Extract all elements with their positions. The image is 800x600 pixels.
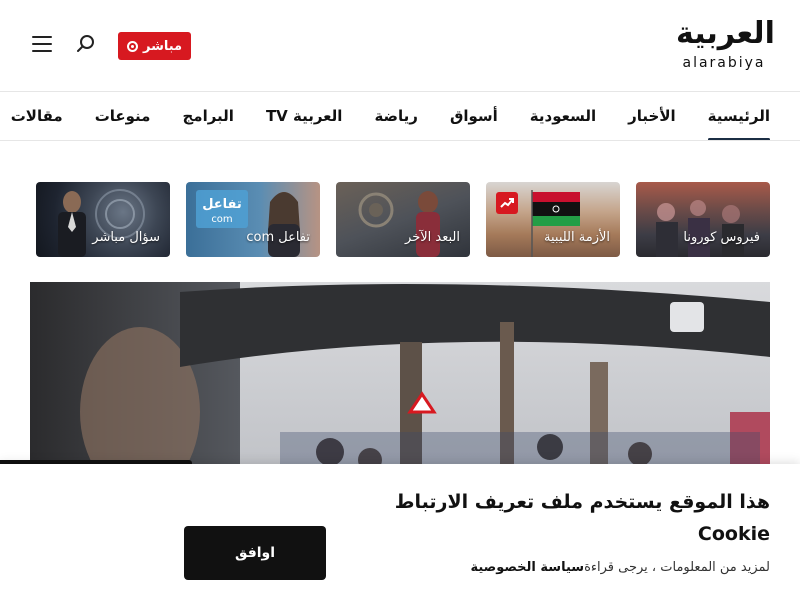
topic-label: الأزمة الليبية — [544, 230, 610, 245]
main-nav: الرئيسية الأخبار السعودية أسواق رياضة ال… — [0, 93, 800, 141]
nav-item-programs[interactable]: البرامج — [182, 93, 233, 140]
topic-label: سؤال مباشر — [92, 230, 160, 245]
hero-image[interactable] — [30, 282, 770, 482]
search-icon[interactable] — [76, 34, 96, 54]
live-button[interactable]: مباشر — [118, 32, 192, 60]
topic-card-direct-question[interactable]: سؤال مباشر — [36, 182, 170, 257]
hamburger-menu-icon[interactable] — [32, 36, 52, 52]
nav-item-markets[interactable]: أسواق — [450, 93, 498, 140]
topic-card-other-dimension[interactable]: البعد الآخر — [336, 182, 470, 257]
topic-card-coronavirus[interactable]: فيروس كورونا — [636, 182, 770, 257]
nav-item-home[interactable]: الرئيسية — [707, 93, 771, 140]
logo-arabic: العربية — [676, 16, 776, 51]
trending-icon — [500, 198, 514, 208]
svg-text:com: com — [211, 214, 232, 225]
nav-item-variety[interactable]: منوعات — [95, 93, 151, 140]
topic-card-libya-crisis[interactable]: الأزمة الليبية — [486, 182, 620, 257]
logo-latin: alarabiya — [682, 55, 766, 71]
trending-badge — [496, 192, 518, 214]
nav-item-articles[interactable]: مقالات — [11, 93, 63, 140]
topic-cards: فيروس كورونا الأزمة الليبية البعد الآخر — [30, 182, 770, 257]
cookie-text-prefix: لمزيد من المعلومات ، يرجى قراءة — [584, 560, 770, 575]
topic-label: البعد الآخر — [405, 230, 460, 245]
privacy-policy-link[interactable]: سياسة الخصوصية — [470, 560, 584, 575]
nav-item-saudi[interactable]: السعودية — [530, 93, 596, 140]
cookie-banner: هذا الموقع يستخدم ملف تعريف الارتباط Coo… — [0, 464, 800, 600]
site-header: العربية alarabiya مباشر — [0, 0, 800, 92]
nav-item-alarabiya-tv[interactable]: العربية TV — [266, 93, 343, 140]
live-label: مباشر — [143, 38, 183, 54]
topic-card-tafaul-com[interactable]: تفاعل com تفاعل com — [186, 182, 320, 257]
cookie-title: هذا الموقع يستخدم ملف تعريف الارتباط Coo… — [394, 491, 770, 545]
site-logo[interactable]: العربية alarabiya — [676, 14, 776, 72]
accept-cookies-button[interactable]: اوافق — [184, 526, 326, 580]
cookie-text: لمزيد من المعلومات ، يرجى قراءةسياسة الخ… — [470, 560, 770, 575]
nav-item-sports[interactable]: رياضة — [374, 93, 418, 140]
nav-item-news[interactable]: الأخبار — [628, 93, 676, 140]
topic-label: فيروس كورونا — [683, 230, 760, 245]
topic-label: تفاعل com — [246, 230, 310, 245]
svg-text:تفاعل: تفاعل — [202, 197, 242, 212]
live-broadcast-icon — [127, 40, 138, 52]
